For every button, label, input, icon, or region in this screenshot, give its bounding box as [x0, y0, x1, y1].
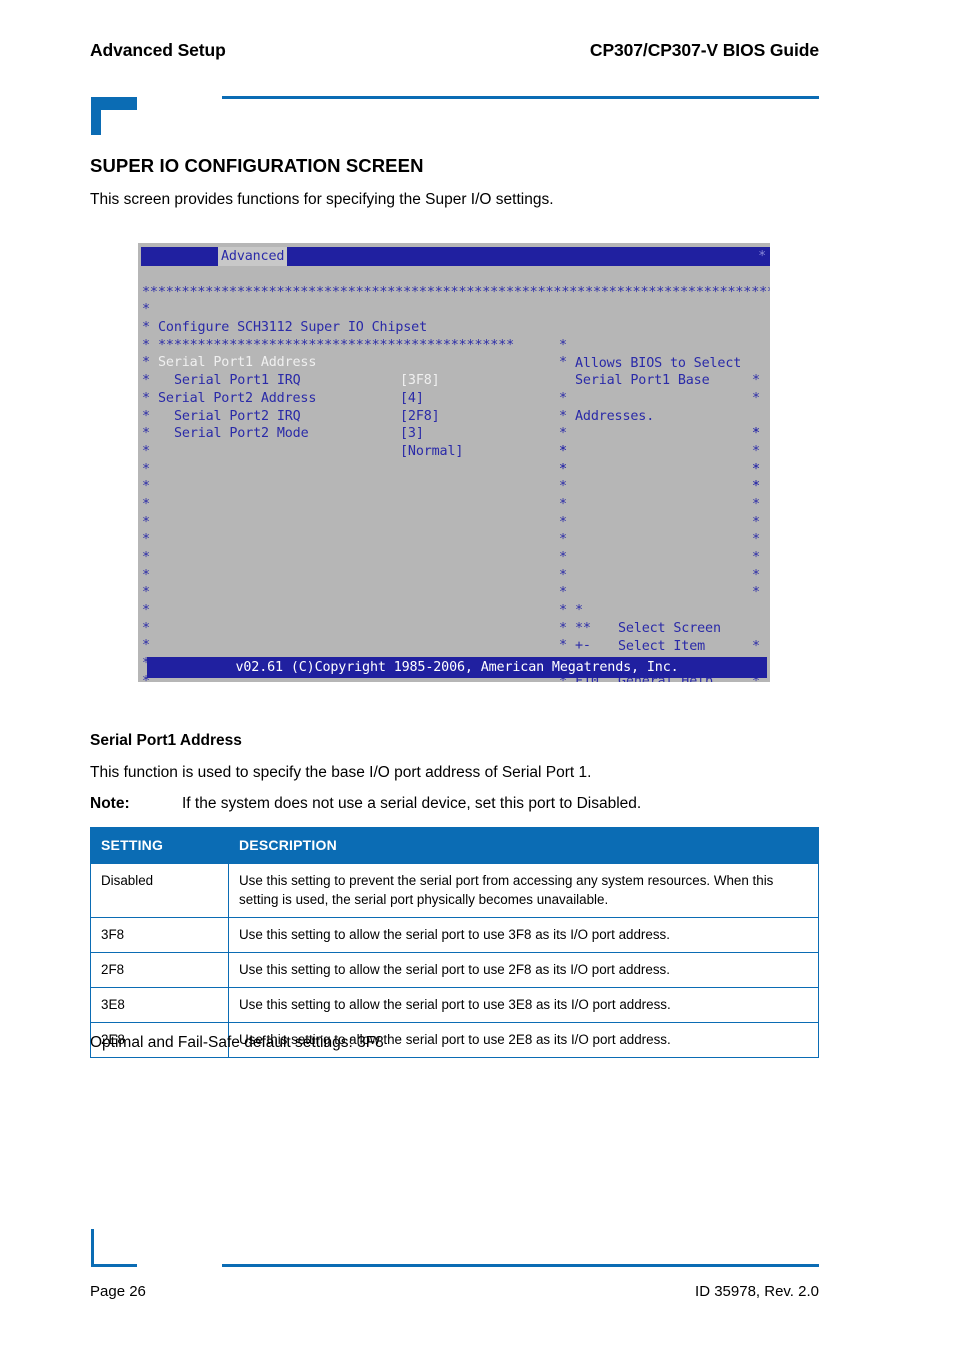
- bios-key-legend-row: * * F10 Save and Exit *: [138, 620, 770, 682]
- subsection-description: This function is used to specify the bas…: [90, 764, 592, 781]
- header-rule: [222, 96, 819, 99]
- table-cell-description: Use this setting to allow the serial por…: [228, 952, 819, 989]
- bios-empty-row: * * *: [138, 443, 770, 512]
- default-settings-note: Optimal and Fail-Safe default settings: …: [90, 1034, 384, 1051]
- bios-key-legend-row: * * ESC Exit *: [138, 637, 770, 682]
- note-label: Note:: [90, 795, 130, 812]
- document-page: Advanced Setup CP307/CP307-V BIOS Guide …: [0, 0, 954, 1350]
- bios-empty-row: * * *: [138, 425, 770, 494]
- bios-empty-row: * * *: [138, 514, 770, 582]
- table-row: 3F8 Use this setting to allow the serial…: [90, 917, 819, 954]
- bios-divider-inner: * **************************************…: [138, 301, 770, 406]
- bottom-corner-bracket-icon: [91, 1229, 137, 1267]
- bios-copyright-bar: v02.61 (C)Copyright 1985-2006, American …: [147, 657, 767, 678]
- subsection-heading: Serial Port1 Address: [90, 732, 242, 749]
- header-left-title: Advanced Setup: [90, 40, 226, 60]
- bios-divider-top: ****************************************…: [142, 284, 770, 300]
- bios-section-heading-row: * Configure SCH3112 Super IO Chipset * A…: [138, 284, 770, 388]
- bios-empty-row: * * *: [138, 461, 770, 529]
- bios-tab-advanced: Advanced: [218, 247, 288, 266]
- bios-menu-item-serial-port2-mode[interactable]: * Serial Port2 Mode [Normal] * *: [138, 390, 770, 495]
- bios-empty-row: * * *: [138, 496, 770, 565]
- settings-table: SETTING DESCRIPTION Disabled Use this se…: [90, 827, 819, 1059]
- table-cell-description: Use this setting to allow the serial por…: [228, 987, 819, 1024]
- running-header: Advanced Setup CP307/CP307-V BIOS Guide: [90, 40, 819, 61]
- table-column-header-setting: SETTING: [90, 827, 229, 864]
- header-right-title: CP307/CP307-V BIOS Guide: [589, 40, 819, 60]
- table-cell-description: Use this setting to allow the serial por…: [228, 917, 819, 954]
- bios-key-legend-row: * * ** Select Item *: [138, 567, 770, 671]
- table-cell-description: Use this setting to prevent the serial p…: [228, 862, 819, 919]
- page-title: SUPER IO CONFIGURATION SCREEN: [90, 155, 424, 176]
- page-footer: Page 26 ID 35978, Rev. 2.0: [90, 1283, 819, 1300]
- footer-doc-id: ID 35978, Rev. 2.0: [695, 1283, 819, 1300]
- table-header-row: SETTING DESCRIPTION: [90, 827, 819, 864]
- table-row: Disabled Use this setting to prevent the…: [90, 862, 819, 919]
- bios-title-bar: Advanced *: [141, 247, 770, 266]
- bios-menu-item-serial-port1-address[interactable]: * Serial Port1 Address [3F8] * Addresses…: [138, 319, 770, 442]
- bios-menu-item-serial-port2-irq[interactable]: * Serial Port2 IRQ [3] * *: [138, 372, 770, 477]
- top-corner-bracket-icon: [91, 97, 137, 135]
- table-cell-setting: Disabled: [90, 862, 229, 919]
- bios-key-legend-row: * * F1 General Help *: [138, 602, 770, 682]
- bios-key-legend-row: * * * Select Screen *: [138, 549, 770, 654]
- bios-titlebar-edge-mark: *: [758, 249, 766, 264]
- bios-empty-row: * * *: [138, 478, 770, 547]
- bios-screenshot-figure: Advanced * *****************************…: [138, 243, 770, 682]
- bios-empty-row: * * *: [138, 531, 770, 600]
- bios-menu-item-serial-port1-irq[interactable]: * Serial Port1 IRQ [4] * *: [138, 337, 770, 441]
- table-row: 2F8 Use this setting to allow the serial…: [90, 952, 819, 989]
- bios-key-legend-row: * * +- Change Option *: [138, 584, 770, 682]
- bios-menu-item-serial-port2-address[interactable]: * Serial Port2 Address [2F8] * *: [138, 354, 770, 459]
- note-block: Note: If the system does not use a serial…: [90, 795, 819, 813]
- table-cell-setting: 3F8: [90, 917, 229, 954]
- table-column-header-description: DESCRIPTION: [228, 827, 819, 864]
- footer-page-number: Page 26: [90, 1283, 146, 1300]
- footer-rule: [222, 1264, 819, 1267]
- table-cell-setting: 3E8: [90, 987, 229, 1024]
- intro-paragraph: This screen provides functions for speci…: [90, 191, 554, 208]
- bios-empty-row: * * *: [138, 408, 770, 476]
- table-cell-setting: 2F8: [90, 952, 229, 989]
- bios-body: ****************************************…: [138, 266, 770, 682]
- note-text: If the system does not use a serial devi…: [182, 795, 642, 812]
- table-row: 3E8 Use this setting to allow the serial…: [90, 987, 819, 1024]
